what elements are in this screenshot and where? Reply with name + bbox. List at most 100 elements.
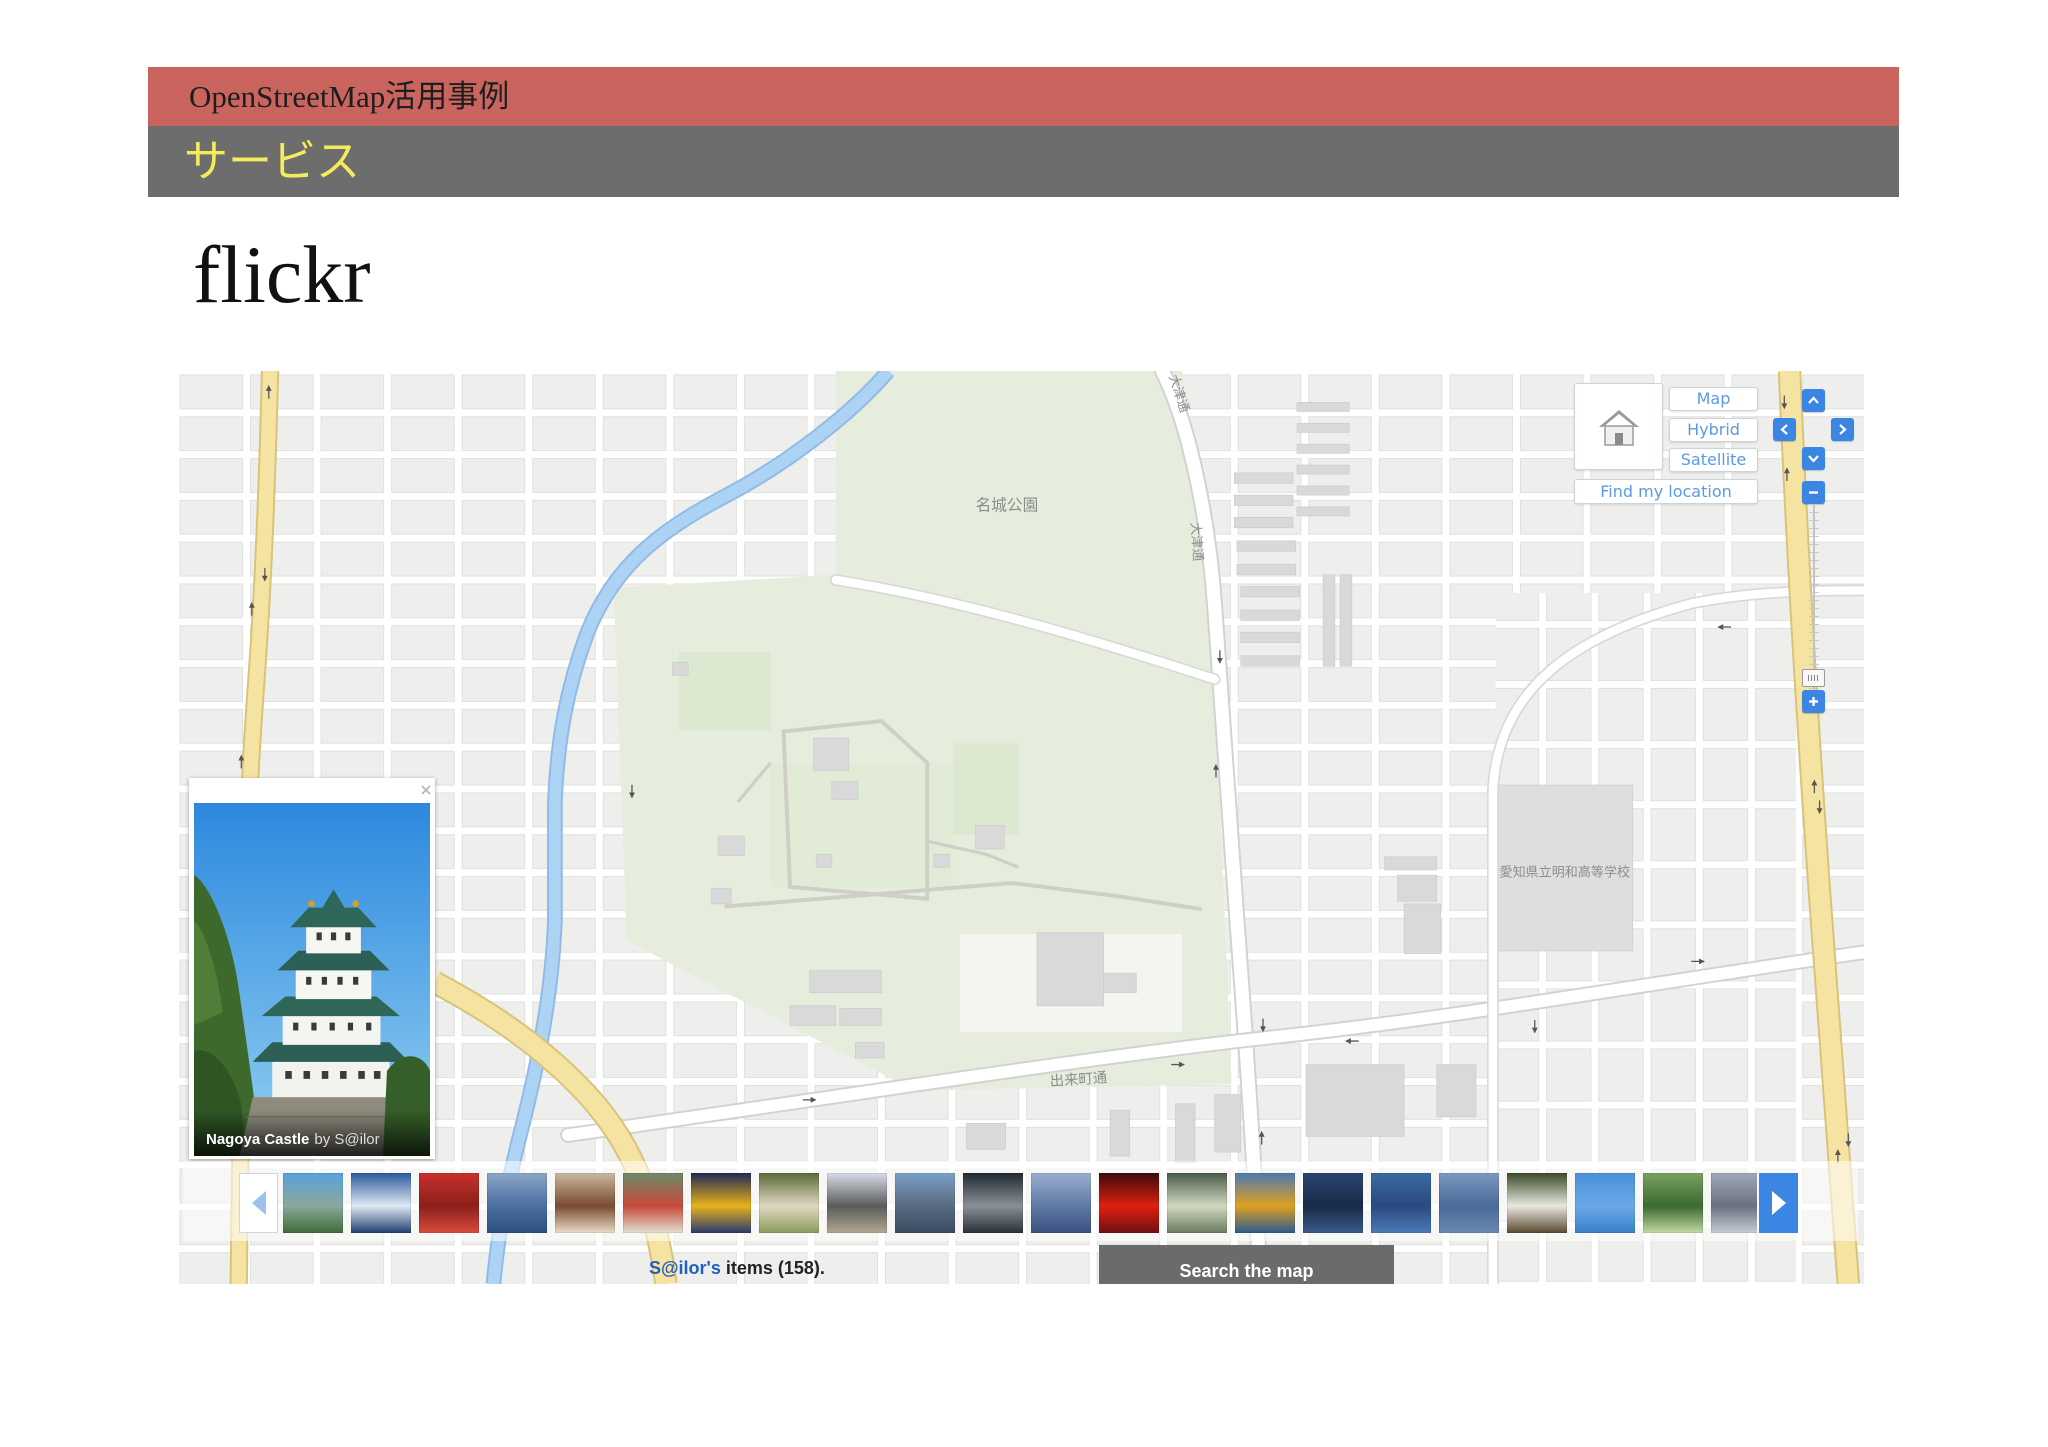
- items-count: S@ilor's items (158).: [649, 1255, 825, 1281]
- building: [1240, 586, 1300, 598]
- building: [1036, 932, 1104, 1007]
- photo-title[interactable]: Nagoya Castle: [206, 1131, 309, 1148]
- building: [1296, 464, 1350, 475]
- filmstrip-thumbnail[interactable]: [1031, 1173, 1091, 1233]
- zoom-slider-track[interactable]: [1809, 504, 1819, 690]
- park-patch: [679, 651, 771, 731]
- find-my-location-button[interactable]: Find my location: [1574, 479, 1758, 504]
- pan-left-button[interactable]: [1773, 418, 1796, 441]
- zoom-out-button[interactable]: [1802, 481, 1825, 504]
- building: [1322, 574, 1336, 667]
- building: [1305, 1064, 1405, 1137]
- search-the-map-button[interactable]: Search the map: [1099, 1245, 1394, 1284]
- chevron-left-icon: [1780, 424, 1788, 435]
- building: [966, 1123, 1006, 1150]
- flickr-map[interactable]: 名城公園 愛知県立明和高等学校 出来町通 大津通 大津通 Map Hybrid …: [176, 371, 1864, 1284]
- building: [1240, 655, 1300, 667]
- building: [831, 780, 859, 800]
- photo-caption: Nagoya Castle by S@ilor: [194, 1110, 430, 1156]
- filmstrip-thumbnail[interactable]: [963, 1173, 1023, 1233]
- photo-popup[interactable]: Nagoya Castle by S@ilor: [189, 778, 435, 1159]
- building: [1236, 540, 1296, 552]
- pan-up-button[interactable]: [1802, 389, 1825, 412]
- building: [815, 853, 833, 868]
- header-bar: OpenStreetMap活用事例: [148, 67, 1899, 126]
- building: [809, 970, 882, 994]
- filmstrip-thumbnail[interactable]: [283, 1173, 343, 1233]
- pan-right-button[interactable]: [1831, 418, 1854, 441]
- close-icon[interactable]: [420, 784, 432, 796]
- building: [855, 1042, 885, 1059]
- pan-down-button[interactable]: [1802, 447, 1825, 470]
- park-label: 名城公園: [976, 496, 1039, 515]
- filmstrip-thumbnail[interactable]: [1575, 1173, 1635, 1233]
- photo-filmstrip: [183, 1161, 1858, 1241]
- building: [1403, 903, 1442, 954]
- filmstrip-thumbnail[interactable]: [1303, 1173, 1363, 1233]
- triangle-right-icon: [1771, 1191, 1786, 1215]
- filmstrip-thumbnails: [283, 1173, 1757, 1233]
- building: [1240, 631, 1300, 644]
- filmstrip-thumbnail[interactable]: [1643, 1173, 1703, 1233]
- triangle-left-icon: [251, 1191, 266, 1215]
- map-type-map-button[interactable]: Map: [1669, 387, 1758, 411]
- filmstrip-thumbnail[interactable]: [1167, 1173, 1227, 1233]
- building: [1103, 972, 1137, 994]
- filmstrip-thumbnail[interactable]: [1235, 1173, 1295, 1233]
- building: [1397, 874, 1438, 902]
- photo-image[interactable]: Nagoya Castle by S@ilor: [194, 803, 430, 1156]
- street-label-otsu: 大津通: [1187, 522, 1205, 562]
- filmstrip-thumbnail[interactable]: [691, 1173, 751, 1233]
- building: [933, 853, 950, 868]
- chevron-right-icon: [1839, 424, 1847, 435]
- building: [839, 1008, 882, 1026]
- home-icon: [1598, 409, 1639, 446]
- filmstrip-thumbnail[interactable]: [419, 1173, 479, 1233]
- filmstrip-thumbnail[interactable]: [827, 1173, 887, 1233]
- filmstrip-thumbnail[interactable]: [1439, 1173, 1499, 1233]
- building: [711, 887, 732, 905]
- building: [1296, 422, 1350, 433]
- items-count-text: items (158).: [725, 1258, 825, 1278]
- zoom-in-button[interactable]: [1802, 690, 1825, 713]
- filmstrip-thumbnail[interactable]: [895, 1173, 955, 1233]
- filmstrip-next-button[interactable]: [1759, 1173, 1798, 1233]
- building: [1214, 1094, 1242, 1153]
- filmstrip-thumbnail[interactable]: [623, 1173, 683, 1233]
- building: [1296, 506, 1350, 517]
- plus-icon: [1809, 697, 1818, 706]
- photo-byline: by S@ilor: [314, 1131, 380, 1148]
- building: [1233, 516, 1294, 529]
- chevron-up-icon: [1808, 396, 1819, 404]
- zoom-slider-handle[interactable]: [1802, 668, 1825, 687]
- filmstrip-thumbnail[interactable]: [351, 1173, 411, 1233]
- building: [1296, 485, 1350, 496]
- filmstrip-thumbnail[interactable]: [1711, 1173, 1757, 1233]
- filmstrip-thumbnail[interactable]: [1371, 1173, 1431, 1233]
- section-bar: サービス: [148, 126, 1899, 197]
- filmstrip-thumbnail[interactable]: [1507, 1173, 1567, 1233]
- map-type-satellite-button[interactable]: Satellite: [1669, 448, 1758, 472]
- header-title: OpenStreetMap活用事例: [189, 79, 510, 114]
- section-title: サービス: [184, 136, 360, 187]
- slide-title: flickr: [193, 229, 371, 320]
- building: [1339, 574, 1353, 667]
- filmstrip-prev-button[interactable]: [239, 1173, 278, 1233]
- home-button[interactable]: [1574, 383, 1663, 470]
- building: [1233, 472, 1294, 484]
- building: [717, 835, 745, 856]
- filmstrip-thumbnail[interactable]: [555, 1173, 615, 1233]
- filmstrip-thumbnail[interactable]: [1099, 1173, 1159, 1233]
- building: [1296, 402, 1350, 412]
- filmstrip-thumbnail[interactable]: [759, 1173, 819, 1233]
- map-type-hybrid-button[interactable]: Hybrid: [1669, 418, 1758, 442]
- building: [1240, 609, 1300, 621]
- building: [672, 661, 689, 676]
- owner-link[interactable]: S@ilor's: [649, 1258, 721, 1278]
- chevron-down-icon: [1808, 455, 1819, 463]
- park-patch: [953, 743, 1019, 835]
- building: [975, 825, 1005, 850]
- building: [1236, 563, 1296, 576]
- filmstrip-thumbnail[interactable]: [487, 1173, 547, 1233]
- building: [1233, 494, 1294, 506]
